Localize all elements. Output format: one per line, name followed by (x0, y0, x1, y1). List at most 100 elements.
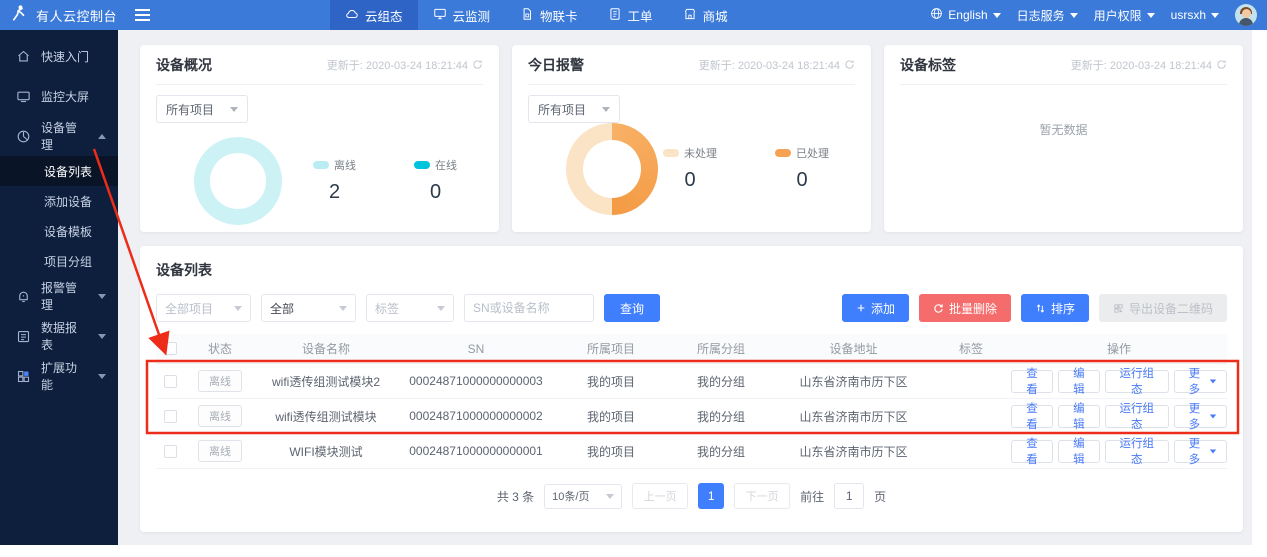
sidebar-subitem-device-list[interactable]: 设备列表 (0, 156, 118, 186)
sidebar-item-label: 设备管理 (41, 119, 88, 153)
alarm-status-donut-chart (566, 123, 658, 215)
device-sn: 00024871000000000001 (396, 444, 556, 458)
bottom-gutter (0, 545, 1267, 557)
logo-text: 有人云控制台 (36, 6, 117, 25)
sidebar-subitem-label: 设备列表 (44, 163, 92, 180)
batch-delete-button[interactable]: 批量删除 (919, 294, 1011, 322)
legend-swatch (414, 161, 430, 169)
run-scada-button[interactable]: 运行组态 (1105, 405, 1169, 428)
button-label: 添加 (871, 300, 895, 317)
run-scada-button[interactable]: 运行组态 (1105, 370, 1169, 393)
view-button[interactable]: 查看 (1011, 405, 1053, 428)
next-page-button[interactable]: 下一页 (734, 483, 790, 509)
add-device-button[interactable]: 添加 (842, 294, 909, 322)
chevron-down-icon (1070, 13, 1078, 18)
filter-value: 所有项目 (538, 101, 586, 118)
updated-timestamp: 更新于: 2020-03-24 18:21:44 (699, 57, 855, 73)
device-pie-icon (16, 129, 31, 144)
legend-label: 未处理 (684, 145, 717, 161)
monitor-icon (433, 7, 447, 24)
menu-toggle-icon[interactable] (135, 14, 150, 16)
chevron-down-icon (234, 306, 242, 311)
device-sn: 00024871000000000003 (396, 374, 556, 388)
plus-icon (856, 303, 866, 313)
page-size-select[interactable]: 10条/页 (544, 484, 622, 509)
current-page-button[interactable]: 1 (698, 483, 724, 509)
language-select[interactable]: English (930, 7, 1000, 23)
empty-data-text: 暂无数据 (900, 121, 1227, 138)
device-group: 我的分组 (666, 443, 776, 460)
edit-button[interactable]: 编辑 (1058, 440, 1100, 463)
prev-page-button[interactable]: 上一页 (632, 483, 688, 509)
edit-button[interactable]: 编辑 (1058, 370, 1100, 393)
table-actions: 添加 批量删除 排序 导出设备二维码 (842, 294, 1227, 322)
column-header-actions: 操作 (1011, 340, 1227, 357)
export-qr-button[interactable]: 导出设备二维码 (1099, 294, 1227, 322)
filter-value: 所有项目 (166, 101, 214, 118)
select-all-checkbox[interactable] (164, 342, 177, 355)
device-group: 我的分组 (666, 373, 776, 390)
pagination: 共 3 条 10条/页 上一页 1 下一页 前往 页 (156, 483, 1227, 509)
device-project: 我的项目 (556, 373, 666, 390)
sidebar-item-monitor-screen[interactable]: 监控大屏 (0, 76, 118, 116)
sidebar-subitem-add-device[interactable]: 添加设备 (0, 186, 118, 216)
view-button[interactable]: 查看 (1011, 370, 1053, 393)
sidebar-item-label: 监控大屏 (41, 88, 106, 105)
row-checkbox[interactable] (164, 410, 177, 423)
chevron-down-icon (1211, 13, 1219, 18)
tab-cloud-monitor[interactable]: 云监测 (418, 0, 506, 30)
sidebar-subitem-project-group[interactable]: 项目分组 (0, 246, 118, 276)
card-title: 设备标签 (900, 55, 956, 75)
select-value: 全部项目 (165, 300, 213, 317)
alarms-chart-area: 未处理 0 已处理 0 (528, 111, 855, 226)
chevron-down-icon (606, 494, 614, 499)
refresh-icon[interactable] (844, 59, 855, 70)
sidebar-item-alarm-management[interactable]: 报警管理 (0, 276, 118, 316)
sidebar-item-extensions[interactable]: 扩展功能 (0, 356, 118, 396)
more-button[interactable]: 更多 (1174, 370, 1227, 393)
row-checkbox[interactable] (164, 445, 177, 458)
sidebar-item-quick-start[interactable]: 快速入门 (0, 36, 118, 76)
sidebar-item-data-report[interactable]: 数据报表 (0, 316, 118, 356)
sidebar-subitem-device-template[interactable]: 设备模板 (0, 216, 118, 246)
button-label: 导出设备二维码 (1129, 300, 1213, 317)
tab-work-order[interactable]: 工单 (593, 0, 668, 30)
run-scada-button[interactable]: 运行组态 (1105, 440, 1169, 463)
status-filter-select[interactable]: 全部 (261, 294, 356, 322)
log-service-menu[interactable]: 日志服务 (1017, 7, 1078, 24)
query-button[interactable]: 查询 (604, 294, 660, 322)
edit-button[interactable]: 编辑 (1058, 405, 1100, 428)
sidebar: 快速入门 监控大屏 设备管理 设备列表 添加设备 设备模板 项目分组 报警管理 (0, 30, 118, 545)
tab-iot-sim[interactable]: 物联卡 (505, 0, 593, 30)
tag-filter-select[interactable]: 标签 (366, 294, 454, 322)
card-title: 设备概况 (156, 55, 212, 75)
sidebar-item-label: 数据报表 (41, 319, 88, 353)
chevron-up-icon (98, 134, 106, 139)
user-permission-menu[interactable]: 用户权限 (1094, 7, 1155, 24)
more-button[interactable]: 更多 (1174, 405, 1227, 428)
project-filter-select[interactable]: 全部项目 (156, 294, 251, 322)
sort-button[interactable]: 排序 (1021, 294, 1089, 322)
overview-project-filter[interactable]: 所有项目 (156, 95, 248, 123)
more-button[interactable]: 更多 (1174, 440, 1227, 463)
view-button[interactable]: 查看 (1011, 440, 1053, 463)
column-header-status: 状态 (184, 340, 256, 357)
refresh-icon[interactable] (1216, 59, 1227, 70)
goto-page-input[interactable] (834, 483, 864, 509)
status-badge: 离线 (198, 370, 242, 392)
chevron-down-icon (98, 294, 106, 299)
sidebar-item-device-management[interactable]: 设备管理 (0, 116, 118, 156)
tab-mall[interactable]: 商城 (668, 0, 743, 30)
avatar[interactable] (1235, 4, 1257, 26)
right-gutter (1252, 30, 1267, 545)
row-checkbox[interactable] (164, 375, 177, 388)
sidebar-subitem-label: 添加设备 (44, 193, 92, 210)
username-menu[interactable]: usrsxh (1171, 8, 1219, 22)
table-row: 离线 WIFI模块测试 00024871000000000001 我的项目 我的… (156, 434, 1227, 469)
batch-delete-icon (933, 303, 944, 314)
username-label: usrsxh (1171, 8, 1206, 22)
refresh-icon[interactable] (472, 59, 483, 70)
tab-cloud-scada[interactable]: 云组态 (330, 0, 418, 30)
legend-label: 在线 (435, 157, 457, 173)
search-input[interactable] (464, 294, 594, 322)
